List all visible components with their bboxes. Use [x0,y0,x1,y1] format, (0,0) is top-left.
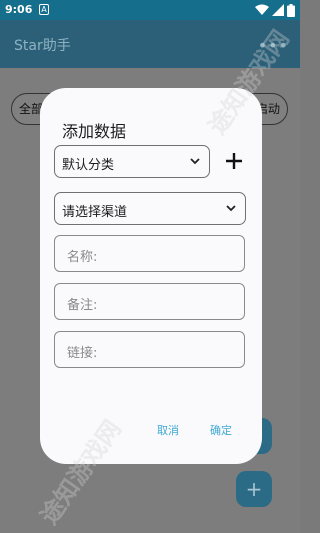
status-time: 9:06 [5,3,33,16]
note-field-label: 备注: [67,298,98,313]
channel-select-value: 请选择渠道 [62,205,128,220]
notification-icon: A [39,4,49,15]
link-field-label: 链接: [67,346,98,361]
chevron-down-icon [190,158,200,165]
status-bar: 9:06 A [0,0,300,20]
signal-icon [272,4,284,16]
add-fab-button[interactable]: + [236,471,272,507]
confirm-button[interactable]: 确定 [210,422,232,438]
category-select[interactable]: 默认分类 [54,145,210,178]
note-field[interactable]: 备注: [54,283,245,320]
more-menu-icon[interactable]: ••• [258,36,289,55]
chevron-down-icon [226,205,236,212]
name-field[interactable]: 名称: [54,235,245,272]
dialog-title: 添加数据 [62,122,127,141]
cancel-button[interactable]: 取消 [157,422,179,438]
add-data-dialog: 添加数据 默认分类 请选择渠道 名称: 备注: 链接: 取消 确定 [40,88,262,464]
app-title: Star助手 [14,38,71,54]
category-select-value: 默认分类 [62,158,115,173]
status-icons [255,3,295,17]
wifi-icon [255,4,269,15]
name-field-label: 名称: [67,250,98,265]
link-field[interactable]: 链接: [54,331,245,368]
battery-icon [287,3,295,17]
app-bar: Star助手 ••• [0,20,300,68]
add-category-icon[interactable] [224,151,244,171]
channel-select[interactable]: 请选择渠道 [54,192,246,225]
